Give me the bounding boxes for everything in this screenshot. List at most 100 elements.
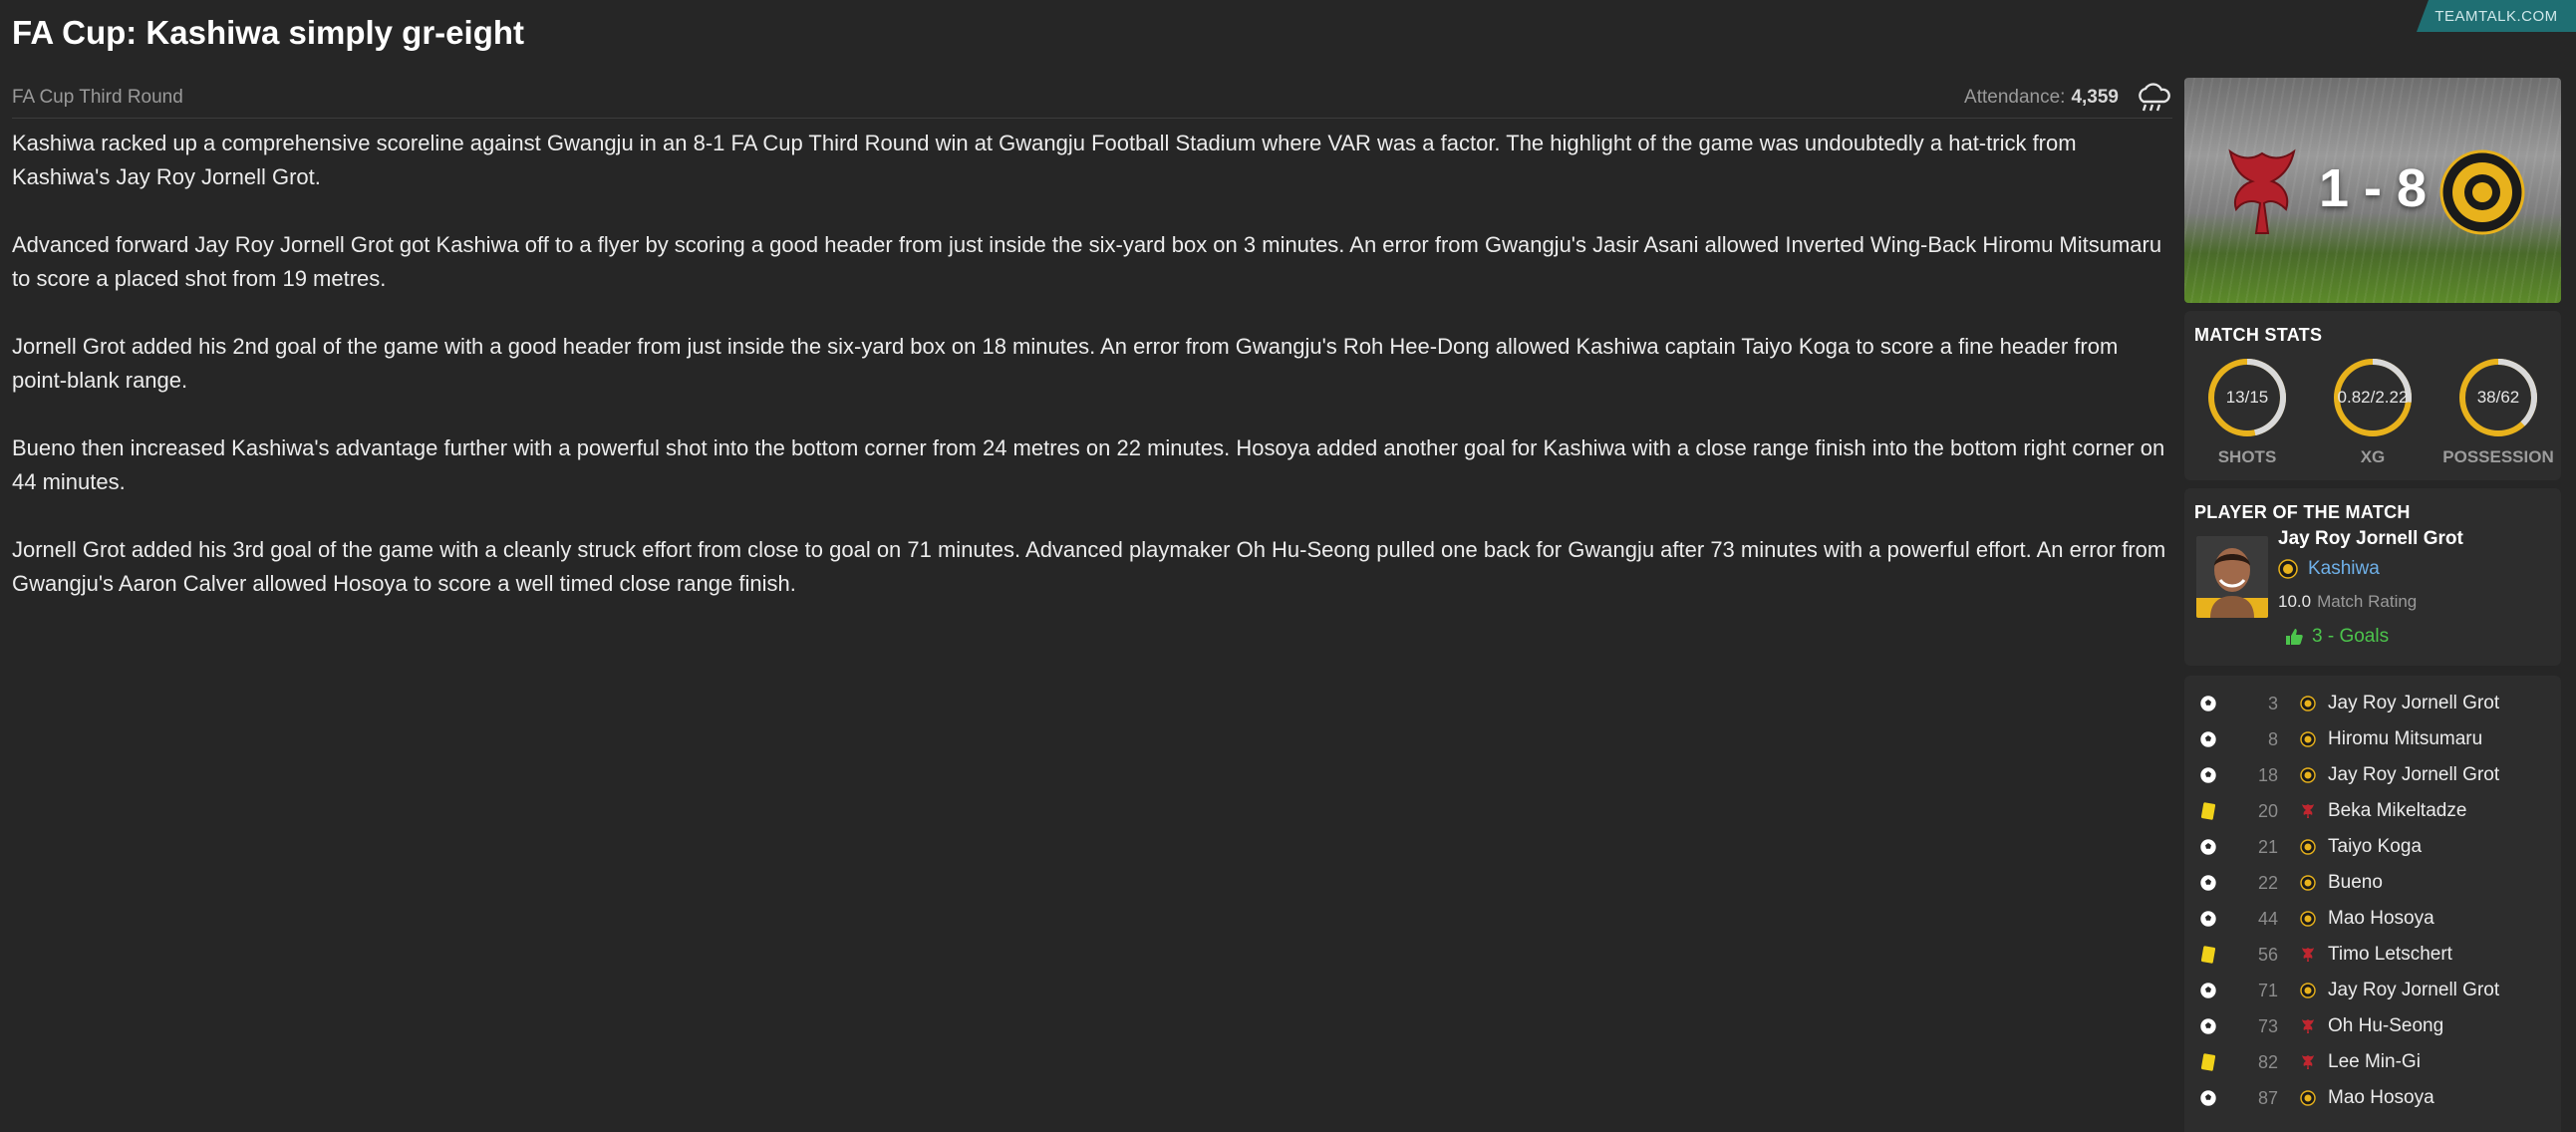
event-player[interactable]: Jay Roy Jornell Grot: [2328, 693, 2499, 714]
stat-ring-shots[interactable]: 13/15 SHOTS: [2192, 356, 2302, 467]
event-minute: 71: [2257, 980, 2278, 1000]
goal-ball-icon: [2198, 729, 2218, 749]
rating-label: Match Rating: [2317, 592, 2418, 611]
event-player[interactable]: Mao Hosoya: [2328, 1087, 2434, 1109]
event-minute: 87: [2257, 1087, 2278, 1108]
goal-ball-icon: [2198, 1016, 2218, 1036]
event-minute: 20: [2257, 800, 2278, 821]
team-crest-icon: [2300, 1017, 2316, 1035]
ring-label: POSSESSION: [2442, 447, 2554, 466]
event-row[interactable]: 73 Oh Hu-Seong: [2184, 1008, 2561, 1044]
event-minute: 44: [2257, 908, 2278, 929]
event-minute: 3: [2267, 693, 2278, 713]
stat-ring-possession[interactable]: 38/62 POSSESSION: [2442, 356, 2554, 467]
event-minute: 8: [2267, 728, 2278, 749]
goal-ball-icon: [2198, 837, 2218, 857]
goal-ball-icon: [2198, 873, 2218, 893]
event-row[interactable]: 18 Jay Roy Jornell Grot: [2184, 757, 2561, 793]
team-crest-icon: [2300, 766, 2316, 784]
event-minute: 73: [2257, 1015, 2278, 1036]
potm-club-name[interactable]: Kashiwa: [2308, 558, 2380, 580]
article-paragraph: Jornell Grot added his 2nd goal of the g…: [12, 334, 2119, 393]
source-tag[interactable]: TEAMTALK.COM: [2417, 0, 2576, 32]
team-crest-icon: [2300, 838, 2316, 856]
article-paragraph: Advanced forward Jay Roy Jornell Grot go…: [12, 232, 2162, 291]
player-avatar-icon: [2196, 548, 2268, 618]
player-avatar[interactable]: [2196, 536, 2268, 618]
goal-ball-icon: [2198, 1088, 2218, 1108]
player-of-the-match-panel: PLAYER OF THE MATCH Jay Roy Jornell Grot…: [2184, 488, 2561, 666]
event-player[interactable]: Mao Hosoya: [2328, 908, 2434, 930]
ring-gauge: 38/62: [2456, 356, 2540, 439]
attendance-value: 4,359: [2071, 87, 2119, 108]
event-row[interactable]: 71 Jay Roy Jornell Grot: [2184, 973, 2561, 1008]
team-crest-icon: [2300, 730, 2316, 748]
article-paragraph: Jornell Grot added his 3rd goal of the g…: [12, 537, 2166, 596]
team-crest-icon: [2300, 695, 2316, 712]
goal-ball-icon: [2198, 981, 2218, 1000]
thumbs-up-icon: [2286, 629, 2303, 645]
article-paragraph: Bueno then increased Kashiwa's advantage…: [12, 435, 2165, 494]
event-row[interactable]: 44 Mao Hosoya: [2184, 901, 2561, 937]
stat-ring-xg[interactable]: 0.82/2.22 XG: [2318, 356, 2428, 467]
event-row[interactable]: 56 Timo Letschert: [2184, 937, 2561, 973]
event-row[interactable]: 8 Hiromu Mitsumaru: [2184, 721, 2561, 757]
ring-gauge: 0.82/2.22: [2331, 356, 2415, 439]
goal-ball-icon: [2198, 909, 2218, 929]
article-body: FA Cup Third Round Attendance: 4,359 Kas…: [12, 78, 2172, 635]
event-row[interactable]: 22 Bueno: [2184, 865, 2561, 901]
event-player[interactable]: Oh Hu-Seong: [2328, 1015, 2443, 1037]
potm-title: PLAYER OF THE MATCH: [2194, 502, 2411, 522]
team-crest-icon: [2300, 946, 2316, 964]
team-crest-icon: [2300, 1053, 2316, 1071]
ring-value: 13/15: [2225, 388, 2269, 407]
team-crest-icon: [2300, 802, 2316, 820]
yellow-card-icon: [2198, 945, 2218, 965]
rain-cloud-icon: [2139, 83, 2170, 112]
team-crest-icon: [2300, 982, 2316, 999]
ring-label: XG: [2360, 447, 2386, 466]
event-player[interactable]: Lee Min-Gi: [2328, 1051, 2421, 1073]
event-row[interactable]: 3 Jay Roy Jornell Grot: [2184, 686, 2561, 721]
scoreline-card[interactable]: 1 - 8: [2184, 78, 2561, 303]
potm-club[interactable]: Kashiwa: [2278, 558, 2380, 580]
event-row[interactable]: 20 Beka Mikeltadze: [2184, 793, 2561, 829]
ring-gauge: 13/15: [2205, 356, 2289, 439]
attendance: Attendance: 4,359: [1964, 82, 2172, 114]
event-player[interactable]: Jay Roy Jornell Grot: [2328, 980, 2499, 1001]
event-player[interactable]: Hiromu Mitsumaru: [2328, 728, 2482, 750]
ring-value: 0.82/2.22: [2337, 388, 2409, 407]
ring-value: 38/62: [2476, 388, 2520, 407]
stat-rings: 13/15 SHOTS 0.82/2.22 XG 38/62 POSSESSIO…: [2184, 356, 2561, 467]
yellow-card-icon: [2198, 1052, 2218, 1072]
team-crest-icon: [2300, 874, 2316, 892]
goal-ball-icon: [2198, 694, 2218, 713]
event-player[interactable]: Bueno: [2328, 872, 2383, 894]
potm-rating: 10.0 Match Rating: [2278, 592, 2417, 612]
event-player[interactable]: Beka Mikeltadze: [2328, 800, 2466, 822]
event-minute: 18: [2257, 764, 2278, 785]
event-minute: 22: [2257, 872, 2278, 893]
match-stats-title: MATCH STATS: [2194, 325, 2323, 345]
event-minute: 56: [2257, 944, 2278, 965]
match-events-panel: 3 Jay Roy Jornell Grot 8 Hiromu Mitsumaru …: [2184, 676, 2561, 1132]
event-minute: 82: [2257, 1051, 2278, 1072]
event-player[interactable]: Timo Letschert: [2328, 944, 2452, 966]
event-row[interactable]: 21 Taiyo Koga: [2184, 829, 2561, 865]
attendance-label: Attendance:: [1964, 87, 2066, 108]
rating-value: 10.0: [2278, 592, 2312, 611]
article-headline: FA Cup: Kashiwa simply gr-eight: [12, 14, 524, 51]
event-player[interactable]: Jay Roy Jornell Grot: [2328, 764, 2499, 786]
event-row[interactable]: 82 Lee Min-Gi: [2184, 1044, 2561, 1080]
yellow-card-icon: [2198, 801, 2218, 821]
goal-ball-icon: [2198, 765, 2218, 785]
kashiwa-crest-icon: [2439, 149, 2525, 235]
potm-player-name[interactable]: Jay Roy Jornell Grot: [2278, 528, 2463, 550]
team-crest-icon: [2300, 1089, 2316, 1107]
event-player[interactable]: Taiyo Koga: [2328, 836, 2422, 858]
kashiwa-crest-icon: [2278, 559, 2298, 579]
match-stats-panel: MATCH STATS 13/15 SHOTS 0.82/2.22 XG 38/…: [2184, 311, 2561, 480]
event-row[interactable]: 87 Mao Hosoya: [2184, 1080, 2561, 1116]
article-meta: FA Cup Third Round Attendance: 4,359: [12, 78, 2172, 119]
team-crest-icon: [2300, 910, 2316, 928]
